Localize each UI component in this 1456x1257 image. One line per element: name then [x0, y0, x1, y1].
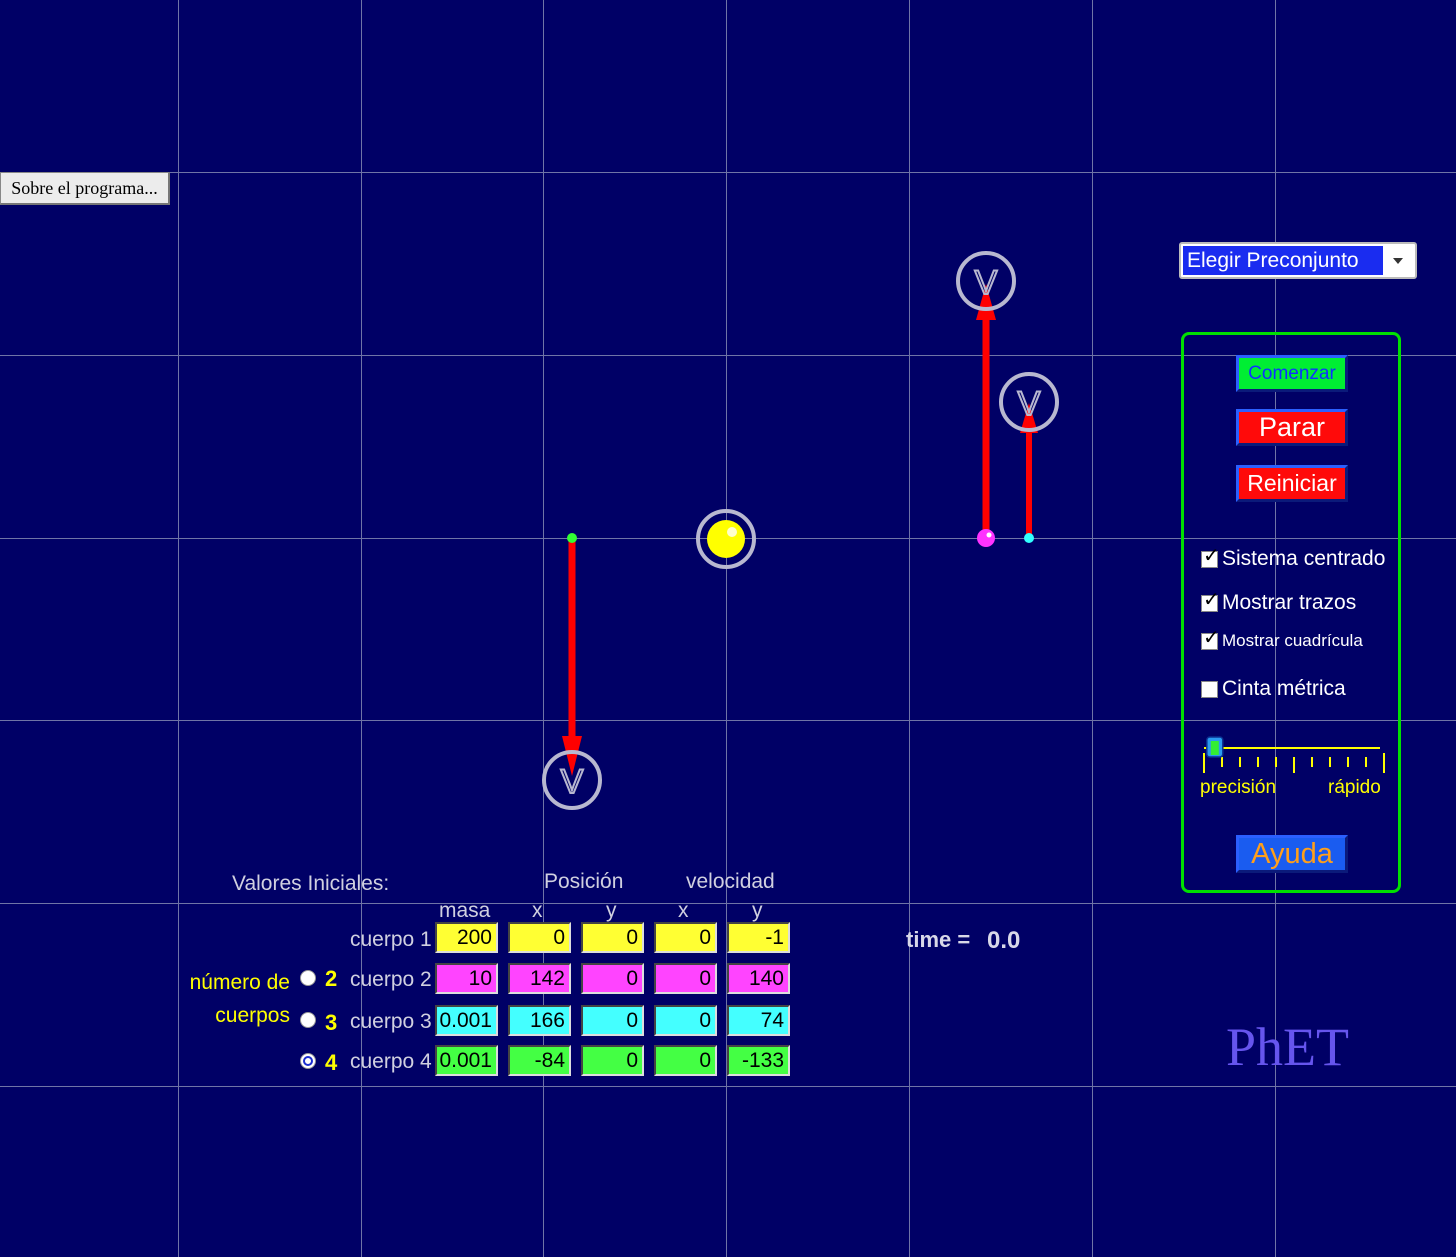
checkbox-show-grid[interactable]: ✓ Mostrar cuadrícula: [1201, 628, 1363, 651]
checkmark-icon: ✓: [1203, 544, 1220, 567]
help-button[interactable]: Ayuda: [1236, 835, 1348, 873]
body-1-highlight: [727, 527, 737, 537]
checkbox-label: Mostrar trazos: [1222, 591, 1357, 614]
body-4-vx-field[interactable]: 0: [654, 1045, 717, 1076]
slider-ticks: [1203, 753, 1385, 773]
position-header: Posición: [544, 870, 624, 893]
body-2-y-field[interactable]: 0: [581, 963, 644, 994]
radio-body-count-2[interactable]: [300, 970, 316, 986]
start-button[interactable]: Comenzar: [1236, 355, 1348, 392]
body-1-x-field[interactable]: 0: [508, 922, 571, 953]
grid-line: [1092, 0, 1093, 1257]
grid-line: [178, 0, 179, 1257]
radio-label-3: 3: [325, 1010, 338, 1035]
radio-body-count-4[interactable]: [300, 1053, 316, 1069]
time-label: time =: [906, 927, 971, 952]
body-3-mass-field[interactable]: 0.001: [435, 1005, 498, 1036]
body-2[interactable]: [977, 529, 995, 547]
body-4[interactable]: [567, 533, 577, 543]
stop-button[interactable]: Parar: [1236, 409, 1348, 446]
body-3-y-field[interactable]: 0: [581, 1005, 644, 1036]
body-3[interactable]: [1024, 533, 1034, 543]
phet-logo: PhET: [1226, 1017, 1350, 1077]
control-panel: Comenzar Parar Reiniciar ✓ Sistema centr…: [1181, 332, 1401, 893]
checkbox-show-grid-box[interactable]: ✓: [1201, 628, 1220, 650]
slider-thumb[interactable]: [1206, 736, 1224, 758]
slider-left-label: precisión: [1200, 777, 1277, 798]
body-4-y-field[interactable]: 0: [581, 1045, 644, 1076]
body-2-vy-field[interactable]: 140: [727, 963, 790, 994]
reset-button[interactable]: Reiniciar: [1236, 465, 1348, 502]
body-4-x-field[interactable]: -84: [508, 1045, 571, 1076]
grid-line: [909, 0, 910, 1257]
row-label-body-3: cuerpo 3: [350, 1010, 432, 1033]
body-1-sphere[interactable]: [707, 520, 745, 558]
velocity-arrow-body-4: [562, 540, 582, 776]
checkbox-show-traces-box[interactable]: ✓: [1201, 590, 1220, 612]
body-count-label: número de cuerpos: [189, 971, 290, 1027]
radio-body-count-3[interactable]: [300, 1012, 316, 1028]
column-header-mass: masa: [439, 899, 491, 922]
velocity-handle-glyph: V: [975, 264, 998, 302]
velocity-handle-glyph: V: [1018, 385, 1041, 423]
velocity-handle-body-3[interactable]: V: [999, 372, 1059, 432]
velocity-handle-body-2[interactable]: V: [956, 251, 1016, 311]
speed-slider[interactable]: precisión rápido: [1200, 735, 1390, 805]
body-2-x-field[interactable]: 142: [508, 963, 571, 994]
column-header-y: y: [606, 899, 617, 922]
velocity-arrow-body-2: [976, 284, 996, 535]
body-2-vx-field[interactable]: 0: [654, 963, 717, 994]
grid-line: [0, 903, 1456, 904]
checkbox-label: Mostrar cuadrícula: [1222, 631, 1363, 650]
velocity-header: velocidad: [686, 870, 775, 893]
row-label-body-2: cuerpo 2: [350, 968, 432, 991]
checkbox-label: Sistema centrado: [1222, 547, 1386, 570]
checkbox-centered-system-box[interactable]: ✓: [1201, 546, 1220, 568]
grid-line: [0, 1086, 1456, 1087]
time-value: 0.0: [987, 927, 1021, 954]
checkbox-measuring-tape-box[interactable]: [1201, 680, 1218, 698]
slider-right-label: rápido: [1328, 777, 1381, 798]
column-header-vy: y: [752, 899, 763, 922]
body-1-mass-field[interactable]: 200: [435, 922, 498, 953]
row-label-body-1: cuerpo 1: [350, 928, 432, 951]
body-2-mass-field[interactable]: 10: [435, 963, 498, 994]
checkbox-measuring-tape[interactable]: Cinta métrica: [1201, 677, 1346, 701]
checkmark-icon: ✓: [1203, 588, 1220, 611]
checkbox-centered-system[interactable]: ✓ Sistema centrado: [1201, 546, 1386, 571]
body-3-x-field[interactable]: 166: [508, 1005, 571, 1036]
velocity-handle-glyph: V: [561, 763, 584, 801]
preset-dropdown[interactable]: Elegir Preconjunto: [1179, 242, 1417, 279]
radio-label-2: 2: [325, 966, 338, 991]
radio-label-4: 4: [325, 1050, 338, 1075]
preset-selected-value: Elegir Preconjunto: [1183, 246, 1383, 275]
grid-line: [0, 172, 1456, 173]
velocity-handle-body-4[interactable]: V: [542, 750, 602, 810]
table-title: Valores Iniciales:: [232, 872, 390, 895]
row-label-body-4: cuerpo 4: [350, 1050, 432, 1073]
column-header-vx: x: [678, 899, 689, 922]
checkbox-show-traces[interactable]: ✓ Mostrar trazos: [1201, 590, 1357, 615]
body-3-vx-field[interactable]: 0: [654, 1005, 717, 1036]
slider-track[interactable]: [1200, 735, 1390, 775]
body-4-mass-field[interactable]: 0.001: [435, 1045, 498, 1076]
body-1-vy-field[interactable]: -1: [727, 922, 790, 953]
column-header-x: x: [532, 899, 543, 922]
checkbox-label: Cinta métrica: [1222, 677, 1346, 700]
about-program-button[interactable]: Sobre el programa...: [0, 172, 170, 205]
body-3-vy-field[interactable]: 74: [727, 1005, 790, 1036]
body-4-vy-field[interactable]: -133: [727, 1045, 790, 1076]
body-1-y-field[interactable]: 0: [581, 922, 644, 953]
chevron-down-icon[interactable]: [1387, 252, 1409, 270]
checkmark-icon: ✓: [1203, 626, 1220, 649]
body-1-vx-field[interactable]: 0: [654, 922, 717, 953]
